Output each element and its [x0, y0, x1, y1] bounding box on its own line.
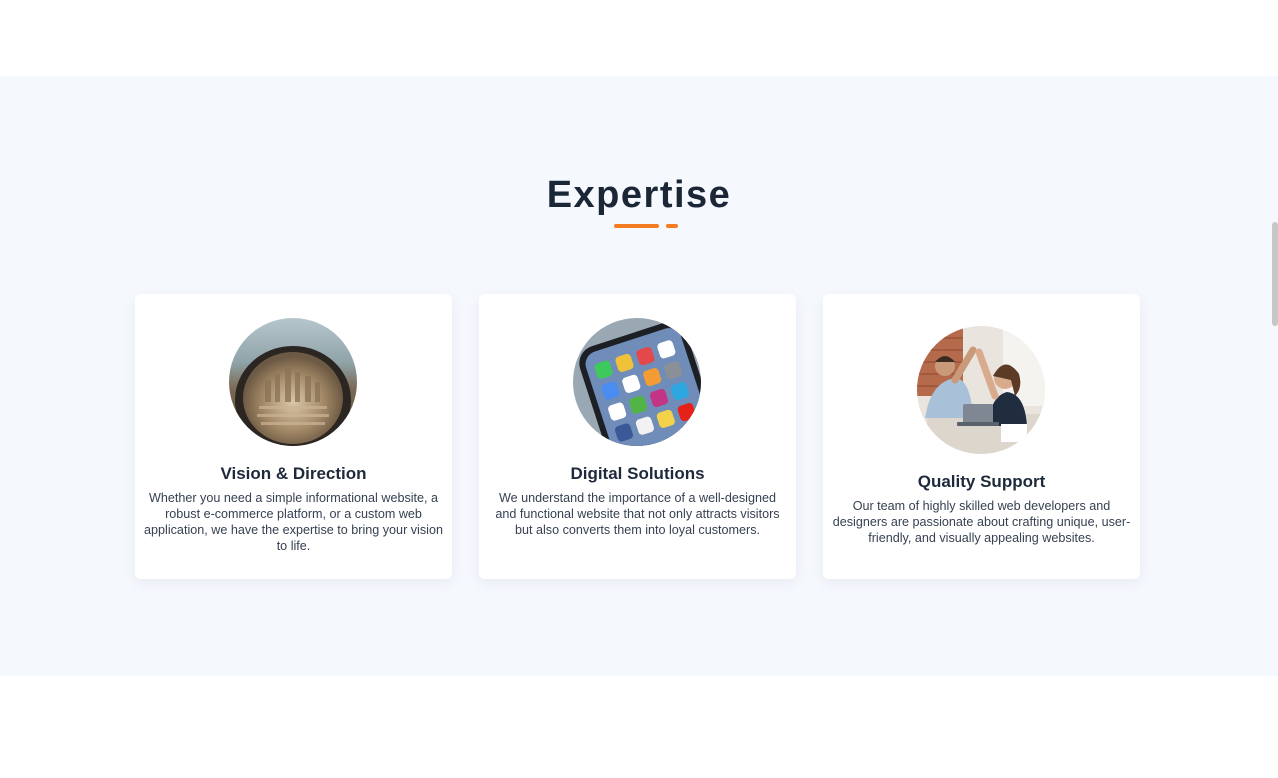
expertise-card-digital: Digital Solutions We understand the impo… — [479, 294, 796, 579]
smartphone-apps-photo — [573, 318, 701, 446]
card-title: Vision & Direction — [220, 464, 367, 483]
team-high-five-photo — [917, 326, 1045, 454]
card-title: Digital Solutions — [570, 464, 705, 483]
page-scrollbar[interactable] — [1272, 222, 1278, 326]
expertise-card-vision: Vision & Direction Whether you need a si… — [135, 294, 452, 579]
glasses-city-photo — [229, 318, 357, 446]
title-underline-long — [614, 224, 659, 228]
card-description: Whether you need a simple informational … — [144, 491, 443, 553]
card-description: We understand the importance of a well-d… — [495, 491, 780, 537]
page: Expertise Vision & Direction Whether you… — [0, 0, 1278, 778]
expertise-card-quality: Quality Support Our team of highly skill… — [823, 294, 1140, 579]
title-underline-short — [666, 224, 678, 228]
card-description: Our team of highly skilled web developer… — [832, 499, 1131, 545]
expertise-section: Expertise Vision & Direction Whether you… — [0, 76, 1278, 676]
section-title: Expertise — [546, 174, 732, 216]
card-title: Quality Support — [917, 472, 1046, 491]
